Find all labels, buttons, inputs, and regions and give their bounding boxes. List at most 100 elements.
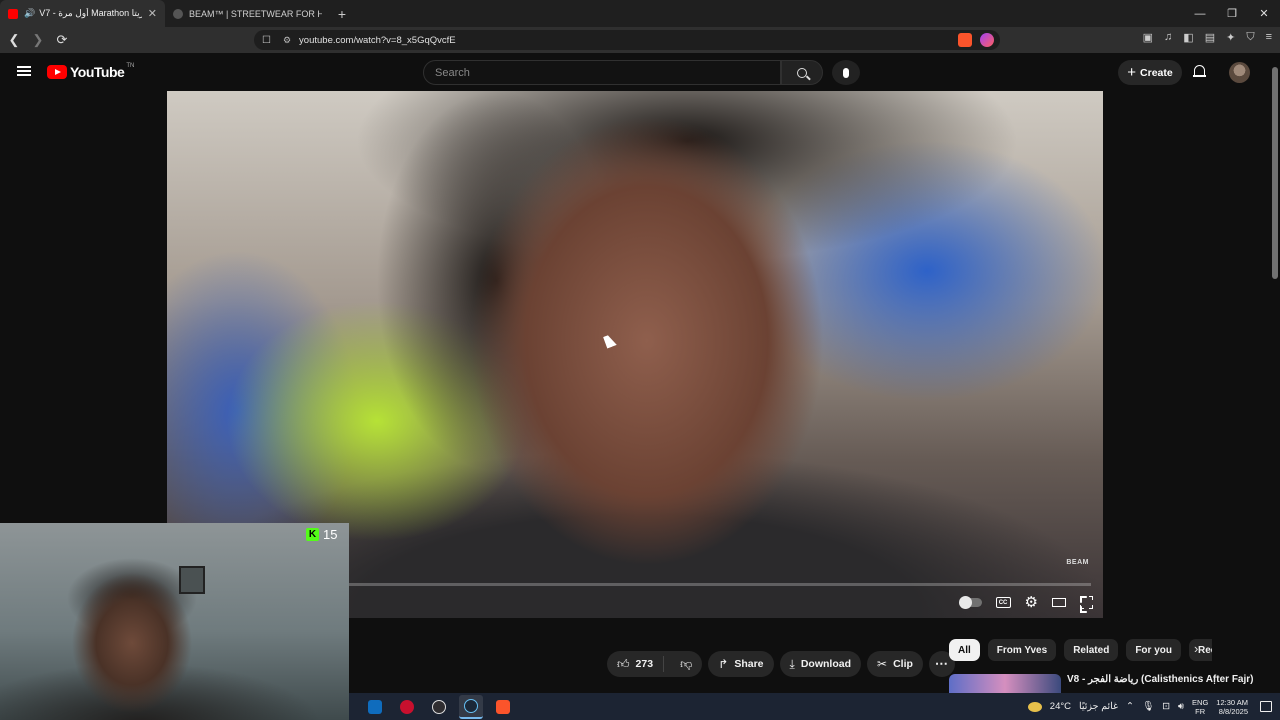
clock-time: 12:30 AM	[1216, 697, 1248, 707]
speaker-icon[interactable]: 🔊	[24, 8, 35, 19]
tab-beam[interactable]: BEAM™ | STREETWEAR FOR HUSTLE	[165, 0, 330, 27]
chevron-right-icon[interactable]: ›	[1194, 641, 1198, 656]
related-video-item[interactable]: V8 - رياضة الفجر (Calisthenics After Faj…	[949, 672, 1269, 694]
player-controls-right: CC ⚙	[958, 595, 1094, 610]
search-input[interactable]: Search	[423, 60, 781, 85]
clip-button[interactable]: ✂ Clip	[867, 651, 923, 677]
reload-button[interactable]: ⟳	[52, 30, 72, 50]
voice-search-button[interactable]	[832, 60, 860, 85]
video-watermark: BEAM	[1066, 559, 1089, 566]
like-count: 273	[635, 658, 654, 670]
autoplay-toggle[interactable]	[958, 596, 982, 609]
download-icon: ⤓	[789, 656, 795, 671]
video-actions: 👍︎ 273 👎︎ ↱ Share ⤓ Download ✂ Clip ⋯	[607, 651, 955, 677]
beam-icon	[173, 8, 183, 19]
site-info-icon[interactable]: ⚙	[283, 35, 291, 46]
back-button[interactable]: ❮	[4, 30, 24, 50]
system-tray: 24°C غائم جزئيًا ⌃ 🎙︎ ⊡ 🔊︎ ENG FR 12:30 …	[1027, 693, 1280, 720]
more-options-icon[interactable]: ⋮	[1209, 673, 1220, 686]
settings-gear-icon[interactable]: ⚙	[1025, 595, 1038, 610]
steam-icon[interactable]	[459, 694, 483, 719]
menu-icon[interactable]: ≡	[1266, 31, 1272, 44]
like-dislike-group: 👍︎ 273 👎︎	[607, 651, 703, 677]
chevron-up-icon[interactable]: ⌃	[1126, 701, 1134, 712]
like-button[interactable]: 👍︎ 273	[607, 656, 665, 672]
leo-ai-icon[interactable]: ✦	[1226, 31, 1235, 44]
share-icon: ↱	[718, 657, 729, 671]
mic-icon	[843, 67, 849, 78]
network-icon[interactable]: ⊡	[1162, 701, 1170, 712]
clip-label: Clip	[893, 658, 913, 670]
weather-label[interactable]: غائم جزئيًا	[1079, 701, 1118, 712]
share-button[interactable]: ↱ Share	[708, 651, 774, 677]
notifications-bell-icon[interactable]	[1193, 65, 1206, 78]
create-label: Create	[1140, 66, 1173, 79]
mouse-cursor	[603, 333, 617, 349]
logo-text: YouTube	[70, 64, 125, 80]
taskbar-pinned-apps	[363, 694, 515, 719]
search-icon	[797, 67, 807, 78]
fullscreen-button[interactable]	[1079, 595, 1094, 610]
language-indicator[interactable]: ENG FR	[1192, 698, 1208, 716]
scrollbar-thumb[interactable]	[1272, 67, 1278, 279]
wallet-icon[interactable]: ▤	[1205, 31, 1215, 44]
notification-center-icon[interactable]	[1260, 701, 1272, 712]
windows-taskbar: 24°C غائم جزئيًا ⌃ 🎙︎ ⊡ 🔊︎ ENG FR 12:30 …	[349, 693, 1280, 720]
account-avatar[interactable]	[1229, 62, 1250, 83]
bookmark-icon[interactable]: ☐	[262, 35, 271, 46]
related-video-title[interactable]: V8 - رياضة الفجر (Calisthenics After Faj…	[1067, 674, 1254, 685]
restore-button[interactable]: ❐	[1216, 0, 1248, 27]
minimize-button[interactable]: —	[1184, 0, 1216, 27]
close-window-button[interactable]: ✕	[1248, 0, 1280, 27]
video-thumbnail[interactable]	[949, 674, 1061, 694]
toolbar-extensions: ▣ ♫ ◧ ▤ ✦ ⛉ ≡	[1143, 31, 1272, 44]
search-button[interactable]	[781, 60, 823, 85]
thumbs-up-icon: 👍︎	[617, 656, 630, 671]
chip-for-you[interactable]: For you	[1126, 639, 1181, 661]
chip-from-yves[interactable]: From Yves	[987, 639, 1057, 661]
screenshot-icon[interactable]: ▣	[1143, 31, 1153, 44]
tab-title: BEAM™ | STREETWEAR FOR HUSTLE	[189, 8, 322, 19]
chip-recently-uploaded[interactable]: Rece	[1188, 639, 1212, 661]
dislike-button[interactable]: 👎︎	[670, 657, 702, 672]
create-button[interactable]: + Create	[1118, 60, 1182, 85]
vpn-icon[interactable]: ⛉	[1246, 31, 1254, 44]
brave-rewards-icon[interactable]	[980, 33, 994, 47]
chip-related[interactable]: Related	[1064, 639, 1119, 661]
address-bar[interactable]: ☐ ⚙ youtube.com/watch?v=8_x5GqQvcfE ▭ ⇪	[254, 30, 1000, 50]
brave-taskbar-icon[interactable]	[491, 695, 515, 719]
related-filter-chips: All From Yves Related For you Rece	[949, 639, 1212, 661]
microphone-tray-icon[interactable]: 🎙︎	[1142, 701, 1154, 712]
opera-icon[interactable]	[395, 695, 419, 719]
weather-icon[interactable]	[1027, 701, 1042, 712]
tab-title: V7 - أول مرة Marathon جريتا (	[39, 8, 142, 18]
hamburger-menu-icon[interactable]	[17, 66, 31, 76]
new-tab-button[interactable]: +	[330, 0, 354, 27]
tab-close-icon[interactable]: ✕	[148, 7, 157, 20]
youtube-play-icon	[47, 65, 67, 79]
wall-picture-frame	[179, 566, 205, 594]
captions-button[interactable]: CC	[995, 597, 1011, 608]
tab-youtube-video[interactable]: 🔊 V7 - أول مرة Marathon جريتا ( ✕	[0, 0, 165, 27]
youtube-logo[interactable]: YouTube TN	[47, 63, 134, 80]
weather-temp[interactable]: 24°C	[1050, 701, 1071, 712]
download-label: Download	[800, 658, 851, 670]
screen: 🔊 V7 - أول مرة Marathon جريتا ( ✕ BEAM™ …	[0, 0, 1280, 720]
page-scrollbar[interactable]	[1270, 53, 1280, 693]
media-icon[interactable]: ♫	[1164, 31, 1172, 44]
lang-bottom: FR	[1195, 706, 1206, 716]
sidebar-icon[interactable]: ◧	[1183, 31, 1193, 44]
theater-mode-button[interactable]	[1052, 598, 1066, 607]
lang-top: ENG	[1192, 697, 1209, 707]
url-text[interactable]: youtube.com/watch?v=8_x5GqQvcfE	[299, 35, 456, 46]
obs-icon[interactable]	[427, 695, 451, 719]
forward-button[interactable]: ❯	[28, 30, 48, 50]
taskbar-clock[interactable]: 12:30 AM 8/8/2025	[1216, 698, 1248, 716]
browser-toolbar: ❮ ❯ ⟳ ☐ ⚙ youtube.com/watch?v=8_x5GqQvcf…	[0, 27, 1280, 53]
volume-icon[interactable]: 🔊︎	[1178, 701, 1184, 712]
brave-shields-icon[interactable]	[958, 33, 972, 47]
share-label: Share	[734, 658, 764, 670]
download-button[interactable]: ⤓ Download	[779, 651, 861, 677]
outlook-icon[interactable]	[363, 695, 387, 719]
chip-all[interactable]: All	[949, 639, 980, 661]
